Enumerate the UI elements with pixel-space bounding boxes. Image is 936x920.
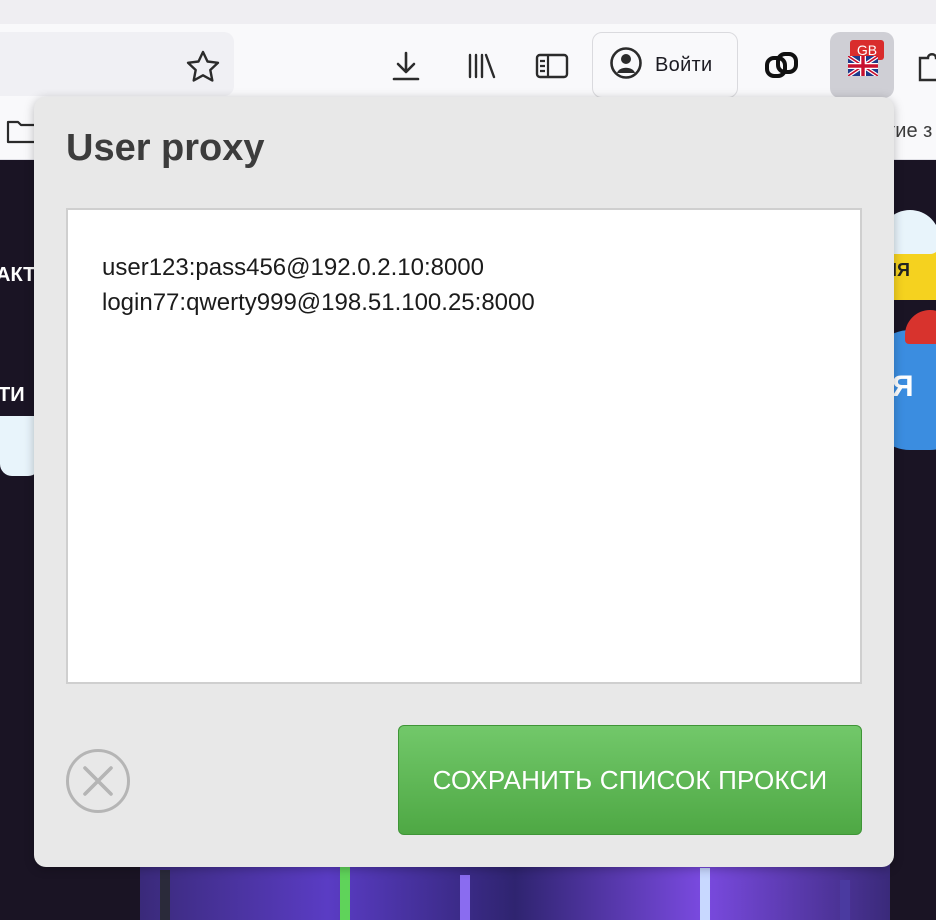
popup-title: User proxy [66,127,265,169]
proxy-line: user123:pass456@192.0.2.10:8000 [102,254,484,281]
save-proxy-list-button[interactable]: СОХРАНИТЬ СПИСОК ПРОКСИ [398,725,862,835]
page-text-left-2: ТИ [0,384,25,406]
login-button[interactable]: Войти [592,32,738,98]
link-extension-icon[interactable] [762,46,802,86]
browser-toolbar: Войти GB [0,24,936,100]
bookmark-item-partial[interactable]: гие з [888,120,932,143]
puzzle-icon[interactable] [916,48,936,88]
sidebar-icon[interactable] [532,46,572,86]
tab-strip [0,0,936,24]
promo-blob-text: Я [892,370,914,403]
user-proxy-popup: User proxy user123:pass456@192.0.2.10:80… [34,97,894,867]
proxy-line: login77:qwerty999@198.51.100.25:8000 [102,289,535,316]
library-icon[interactable] [462,46,502,86]
language-extension-button[interactable]: GB [830,32,894,98]
santa-hat-decoration [905,310,936,344]
page-text-left-1: АКТ [0,264,36,286]
login-label: Войти [655,53,713,76]
download-icon[interactable] [386,46,426,86]
star-icon[interactable] [184,48,222,84]
close-icon[interactable] [65,748,131,814]
proxy-list-textarea[interactable]: user123:pass456@192.0.2.10:8000 login77:… [66,208,862,684]
city-illustration [140,860,890,920]
uk-flag-icon [848,56,878,76]
account-icon [609,46,643,85]
